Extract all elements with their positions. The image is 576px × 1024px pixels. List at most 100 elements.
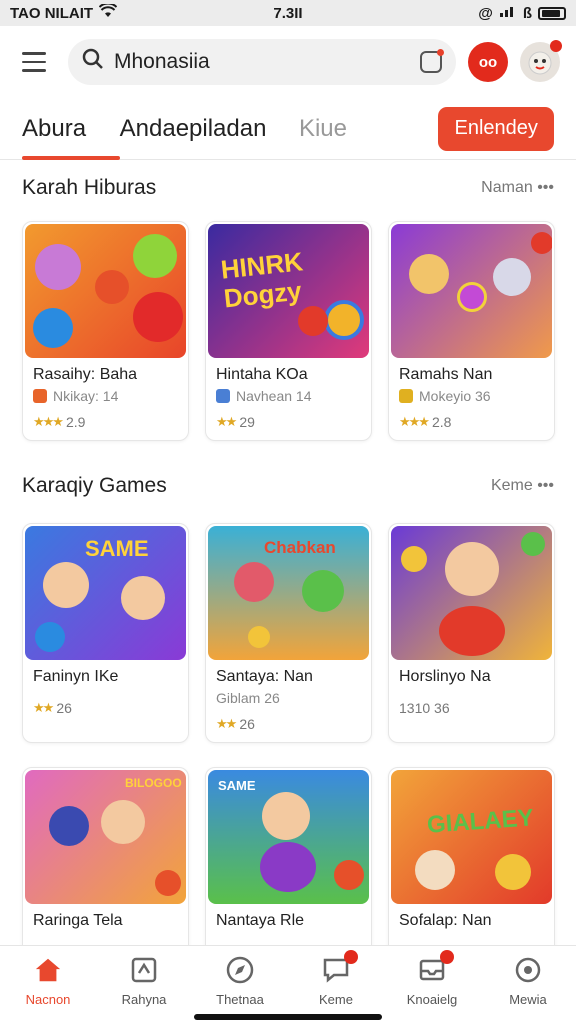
nav-label: Nacnon bbox=[25, 992, 71, 1007]
game-card[interactable]: Rasaihy: Baha Nkikay: 14 ★★★ 2.9 bbox=[22, 221, 189, 441]
game-rating: ★★ 29 bbox=[206, 404, 371, 440]
search-icon bbox=[82, 48, 104, 76]
nav-item-keme[interactable]: Keme bbox=[288, 946, 384, 1024]
game-title: Rasaihy: Baha bbox=[33, 366, 138, 383]
battery-icon bbox=[538, 6, 566, 20]
game-thumbnail bbox=[25, 224, 186, 358]
search-input[interactable]: Mhonasiia bbox=[114, 50, 410, 74]
rating-value: 2.9 bbox=[65, 414, 86, 430]
game-meta: Nkikay: 14 bbox=[53, 388, 119, 404]
nav-item-mewia[interactable]: Mewia bbox=[480, 946, 576, 1024]
rating-value: 26 bbox=[239, 716, 255, 732]
game-rating: ★★★ 2.9 bbox=[23, 404, 188, 440]
game-card[interactable]: SAME Faninyn IKe ★★ 26 bbox=[22, 523, 189, 743]
inbox-icon bbox=[418, 950, 454, 984]
section-header: Karah Hiburas Naman ••• bbox=[0, 168, 576, 208]
status-right: @ ß bbox=[478, 4, 566, 22]
rating-value: 2.8 bbox=[431, 414, 452, 430]
game-rating: ★★★ 2.8 bbox=[389, 404, 554, 440]
rating-value: 29 bbox=[239, 414, 255, 430]
game-title: Raringa Tela bbox=[33, 912, 123, 929]
game-grid-row-3: BILOGOO Raringa Tela SAME Nantaya Rle GI… bbox=[22, 767, 556, 957]
game-title: Hintaha KOa bbox=[216, 366, 308, 383]
thumbnail-logo-text: Chabkan bbox=[264, 538, 336, 557]
menu-button[interactable] bbox=[12, 40, 56, 84]
section-more-link[interactable]: Keme ••• bbox=[491, 477, 554, 495]
star-icon: ★★ bbox=[216, 414, 237, 429]
tab-bar: Abura Andaepiladan Kiue Enlendey bbox=[0, 98, 576, 160]
game-thumbnail: GIALAEY bbox=[391, 770, 552, 904]
voice-search-icon[interactable] bbox=[420, 49, 444, 73]
home-icon bbox=[34, 956, 62, 984]
category-icon bbox=[33, 389, 47, 403]
game-thumbnail bbox=[391, 224, 552, 358]
notification-badge bbox=[344, 950, 358, 964]
nav-label: Keme bbox=[319, 992, 353, 1007]
game-rating: ★★ 26 bbox=[206, 706, 371, 742]
game-card[interactable]: Horslinyo Na 1310 36 bbox=[388, 523, 555, 743]
game-title: Faninyn IKe bbox=[33, 668, 119, 685]
nav-label: Thetnaa bbox=[216, 992, 264, 1007]
game-title: Ramahs Nan bbox=[399, 366, 493, 383]
tab-andaepiladan[interactable]: Andaepiladan bbox=[120, 98, 299, 160]
star-icon: ★★ bbox=[216, 716, 237, 731]
game-thumbnail: HINRK Dogzy bbox=[208, 224, 369, 358]
game-card[interactable]: BILOGOO Raringa Tela bbox=[22, 767, 189, 957]
at-icon: @ bbox=[478, 4, 493, 22]
search-bar[interactable]: Mhonasiia bbox=[68, 39, 456, 85]
bottom-navigation: Nacnon Rahyna Thetnaa Keme Knoaielg Mewi… bbox=[0, 945, 576, 1024]
chat-icon bbox=[322, 950, 358, 984]
game-title: Nantaya Rle bbox=[216, 912, 305, 929]
compass-icon bbox=[226, 956, 254, 984]
avatar[interactable] bbox=[520, 40, 562, 82]
star-icon: ★★★ bbox=[399, 414, 430, 429]
tab-abura[interactable]: Abura bbox=[22, 98, 120, 160]
game-grid-row-1: Rasaihy: Baha Nkikay: 14 ★★★ 2.9 HINRK Do… bbox=[22, 221, 556, 441]
status-left: TAO NILAIT bbox=[10, 2, 118, 22]
wifi-icon bbox=[98, 2, 118, 22]
document-icon bbox=[130, 956, 158, 984]
game-card[interactable]: GIALAEY Sofalap: Nan bbox=[388, 767, 555, 957]
nav-item-thetnaa[interactable]: Thetnaa bbox=[192, 946, 288, 1024]
bluetooth-icon: ß bbox=[522, 4, 532, 22]
game-card[interactable]: Ramahs Nan Mokeyio 36 ★★★ 2.8 bbox=[388, 221, 555, 441]
game-card[interactable]: SAME Nantaya Rle bbox=[205, 767, 372, 957]
signal-icon bbox=[499, 4, 517, 22]
game-thumbnail: SAME bbox=[208, 770, 369, 904]
record-button[interactable]: oo bbox=[468, 42, 508, 82]
game-subtitle: Navhean 14 bbox=[206, 384, 371, 404]
category-icon bbox=[399, 389, 413, 403]
game-thumbnail bbox=[391, 526, 552, 660]
nav-item-nacnon[interactable]: Nacnon bbox=[0, 946, 96, 1024]
game-subtitle: Nkikay: 14 bbox=[23, 384, 188, 404]
star-icon: ★★ bbox=[33, 700, 54, 715]
avatar-face-icon bbox=[528, 51, 552, 75]
game-title: Sofalap: Nan bbox=[399, 912, 492, 929]
app-header: Mhonasiia oo bbox=[0, 26, 576, 98]
nav-item-knoaielg[interactable]: Knoaielg bbox=[384, 946, 480, 1024]
thumbnail-logo-text: SAME bbox=[218, 778, 256, 793]
section-more-link[interactable]: Naman ••• bbox=[481, 179, 554, 197]
game-meta: Navhean 14 bbox=[236, 388, 312, 404]
thumbnail-logo-text: SAME bbox=[85, 536, 149, 561]
star-icon: ★★★ bbox=[33, 414, 64, 429]
rating-value: 1310 36 bbox=[399, 700, 450, 716]
thumbnail-logo-text: GIALAEY bbox=[426, 804, 535, 839]
game-thumbnail: SAME bbox=[25, 526, 186, 660]
game-title: Horslinyo Na bbox=[399, 668, 491, 685]
enlendey-button[interactable]: Enlendey bbox=[438, 106, 554, 151]
nav-label: Knoaielg bbox=[406, 992, 458, 1007]
tab-kiue[interactable]: Kiue bbox=[299, 98, 438, 160]
thumbnail-logo-text: BILOGOO bbox=[125, 776, 182, 790]
game-thumbnail: Chabkan bbox=[208, 526, 369, 660]
game-grid-row-2: SAME Faninyn IKe ★★ 26 Chabkan Santaya: N… bbox=[22, 523, 556, 743]
notification-badge bbox=[440, 950, 454, 964]
game-card[interactable]: HINRK Dogzy Hintaha KOa Navhean 14 ★★ 29 bbox=[205, 221, 372, 441]
game-meta: Mokeyio 36 bbox=[419, 388, 491, 404]
game-card[interactable]: Chabkan Santaya: Nan Giblam 26 ★★ 26 bbox=[205, 523, 372, 743]
category-icon bbox=[216, 389, 230, 403]
game-rating: ★★ 26 bbox=[23, 690, 188, 726]
status-bar: TAO NILAIT 7.3II @ ß bbox=[0, 0, 576, 26]
nav-item-rahyna[interactable]: Rahyna bbox=[96, 946, 192, 1024]
section-title: Karah Hiburas bbox=[22, 176, 157, 199]
